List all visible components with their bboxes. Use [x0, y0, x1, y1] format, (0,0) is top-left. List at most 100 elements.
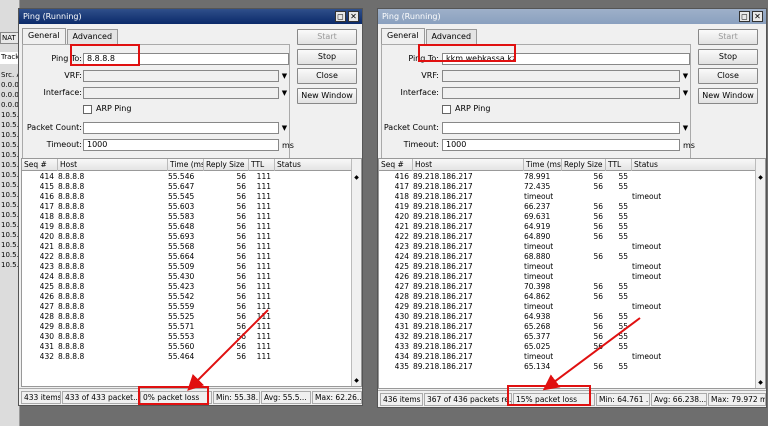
table-row[interactable]: 424 89.218.186.217 68.880 56 55 — [379, 252, 765, 262]
table-row[interactable]: 432 8.8.8.8 55.464 56 111 — [22, 352, 361, 362]
chevron-down-icon[interactable]: ▼ — [681, 70, 690, 82]
table-row[interactable]: 416 8.8.8.8 55.545 56 111 — [22, 192, 361, 202]
close-window-button[interactable]: ✕ — [348, 11, 359, 22]
table-row[interactable]: 415 8.8.8.8 55.647 56 111 — [22, 182, 361, 192]
table-row[interactable]: 422 89.218.186.217 64.890 56 55 — [379, 232, 765, 242]
chevron-down-icon[interactable]: ▼ — [280, 122, 289, 134]
table-row[interactable]: 430 89.218.186.217 64.938 56 55 — [379, 312, 765, 322]
start-button[interactable]: Start — [698, 29, 758, 45]
timeout-input[interactable]: 1000 — [83, 139, 279, 151]
table-row[interactable]: 435 89.218.186.217 65.134 56 55 — [379, 362, 765, 372]
table-row[interactable]: 424 8.8.8.8 55.430 56 111 — [22, 272, 361, 282]
column-host[interactable]: Host — [413, 159, 524, 171]
table-row[interactable]: 416 89.218.186.217 78.991 56 55 — [379, 172, 765, 182]
table-row[interactable]: 421 89.218.186.217 64.919 56 55 — [379, 222, 765, 232]
table-row[interactable]: 419 8.8.8.8 55.648 56 111 — [22, 222, 361, 232]
table-row[interactable]: 418 8.8.8.8 55.583 56 111 — [22, 212, 361, 222]
interface-select[interactable] — [83, 87, 279, 99]
chevron-down-icon[interactable]: ▼ — [280, 70, 289, 82]
table-row[interactable]: 420 8.8.8.8 55.693 56 111 — [22, 232, 361, 242]
table-row[interactable]: 414 8.8.8.8 55.546 56 111 — [22, 172, 361, 182]
column-seq[interactable]: Seq # — [22, 159, 58, 171]
table-row[interactable]: 427 8.8.8.8 55.559 56 111 — [22, 302, 361, 312]
table-row[interactable]: 420 89.218.186.217 69.631 56 55 — [379, 212, 765, 222]
scroll-up-icon[interactable]: ◆ — [352, 173, 361, 183]
chevron-down-icon[interactable]: ▼ — [681, 87, 690, 99]
column-status[interactable]: Status — [632, 159, 757, 171]
arp-ping-checkbox[interactable] — [442, 105, 451, 114]
title-bar[interactable]: Ping (Running) ◻ ✕ — [19, 9, 362, 24]
table-row[interactable]: 426 89.218.186.217 timeout timeout — [379, 272, 765, 282]
table-row[interactable]: 430 8.8.8.8 55.553 56 111 — [22, 332, 361, 342]
interface-select[interactable] — [442, 87, 680, 99]
vertical-scrollbar[interactable]: ◆ ◆ — [755, 159, 765, 388]
cell-ttl: 111 — [256, 322, 271, 331]
vertical-scrollbar[interactable]: ◆ ◆ — [351, 159, 361, 386]
tab-general[interactable]: General — [381, 28, 425, 44]
table-row[interactable]: 419 89.218.186.217 66.237 56 55 — [379, 202, 765, 212]
table-row[interactable]: 427 89.218.186.217 70.398 56 55 — [379, 282, 765, 292]
cell-ttl: 111 — [256, 232, 271, 241]
column-reply-size[interactable]: Reply Size — [204, 159, 249, 171]
close-button[interactable]: Close — [297, 68, 357, 84]
column-time[interactable]: Time (ms) — [524, 159, 562, 171]
background-tab-nat[interactable]: NAT — [0, 32, 20, 44]
vrf-select[interactable] — [83, 70, 279, 82]
timeout-input[interactable]: 1000 — [442, 139, 680, 151]
packet-count-input[interactable] — [442, 122, 680, 134]
tab-general[interactable]: General — [22, 28, 66, 44]
table-row[interactable]: 423 89.218.186.217 timeout timeout — [379, 242, 765, 252]
table-row[interactable]: 417 8.8.8.8 55.603 56 111 — [22, 202, 361, 212]
chevron-down-icon[interactable]: ▼ — [681, 122, 690, 134]
start-button[interactable]: Start — [297, 29, 357, 45]
scroll-up-icon[interactable]: ◆ — [756, 173, 765, 183]
ping-to-input[interactable]: kkm.webkassa.kz — [442, 53, 690, 65]
arp-ping-checkbox[interactable] — [83, 105, 92, 114]
column-reply-size[interactable]: Reply Size — [562, 159, 606, 171]
column-ttl[interactable]: TTL — [249, 159, 275, 171]
close-button[interactable]: Close — [698, 68, 758, 84]
table-row[interactable]: 421 8.8.8.8 55.568 56 111 — [22, 242, 361, 252]
table-row[interactable]: 429 8.8.8.8 55.571 56 111 — [22, 322, 361, 332]
stop-button[interactable]: Stop — [698, 49, 758, 65]
tab-advanced[interactable]: Advanced — [66, 29, 119, 44]
packet-count-label: Packet Count: — [26, 123, 82, 132]
maximize-button[interactable]: ◻ — [739, 11, 750, 22]
table-row[interactable]: 431 8.8.8.8 55.560 56 111 — [22, 342, 361, 352]
column-status[interactable]: Status — [275, 159, 353, 171]
new-window-button[interactable]: New Window — [297, 88, 357, 104]
background-tab-track[interactable]: Track — [0, 52, 20, 64]
vrf-select[interactable] — [442, 70, 680, 82]
table-row[interactable]: 423 8.8.8.8 55.509 56 111 — [22, 262, 361, 272]
new-window-button[interactable]: New Window — [698, 88, 758, 104]
ping-to-input[interactable]: 8.8.8.8 — [83, 53, 289, 65]
close-window-button[interactable]: ✕ — [752, 11, 763, 22]
table-row[interactable]: 417 89.218.186.217 72.435 56 55 — [379, 182, 765, 192]
table-row[interactable]: 426 8.8.8.8 55.542 56 111 — [22, 292, 361, 302]
column-ttl[interactable]: TTL — [606, 159, 632, 171]
table-row[interactable]: 432 89.218.186.217 65.377 56 55 — [379, 332, 765, 342]
table-row[interactable]: 433 89.218.186.217 65.025 56 55 — [379, 342, 765, 352]
table-row[interactable]: 431 89.218.186.217 65.268 56 55 — [379, 322, 765, 332]
table-row[interactable]: 434 89.218.186.217 timeout timeout — [379, 352, 765, 362]
column-time[interactable]: Time (ms) — [168, 159, 204, 171]
cell-size: 56 — [593, 202, 603, 211]
packet-count-input[interactable] — [83, 122, 279, 134]
column-seq[interactable]: Seq # — [379, 159, 413, 171]
table-row[interactable]: 428 8.8.8.8 55.525 56 111 — [22, 312, 361, 322]
column-host[interactable]: Host — [58, 159, 168, 171]
chevron-down-icon[interactable]: ▼ — [280, 87, 289, 99]
table-row[interactable]: 429 89.218.186.217 timeout timeout — [379, 302, 765, 312]
scroll-down-icon[interactable]: ◆ — [352, 376, 361, 386]
table-row[interactable]: 422 8.8.8.8 55.664 56 111 — [22, 252, 361, 262]
arp-ping-label: ARP Ping — [96, 104, 132, 113]
stop-button[interactable]: Stop — [297, 49, 357, 65]
table-row[interactable]: 425 89.218.186.217 timeout timeout — [379, 262, 765, 272]
maximize-button[interactable]: ◻ — [335, 11, 346, 22]
tab-advanced[interactable]: Advanced — [425, 29, 478, 44]
scroll-down-icon[interactable]: ◆ — [756, 378, 765, 388]
table-row[interactable]: 428 89.218.186.217 64.862 56 55 — [379, 292, 765, 302]
title-bar[interactable]: Ping (Running) ◻ ✕ — [378, 9, 766, 24]
table-row[interactable]: 418 89.218.186.217 timeout timeout — [379, 192, 765, 202]
table-row[interactable]: 425 8.8.8.8 55.423 56 111 — [22, 282, 361, 292]
